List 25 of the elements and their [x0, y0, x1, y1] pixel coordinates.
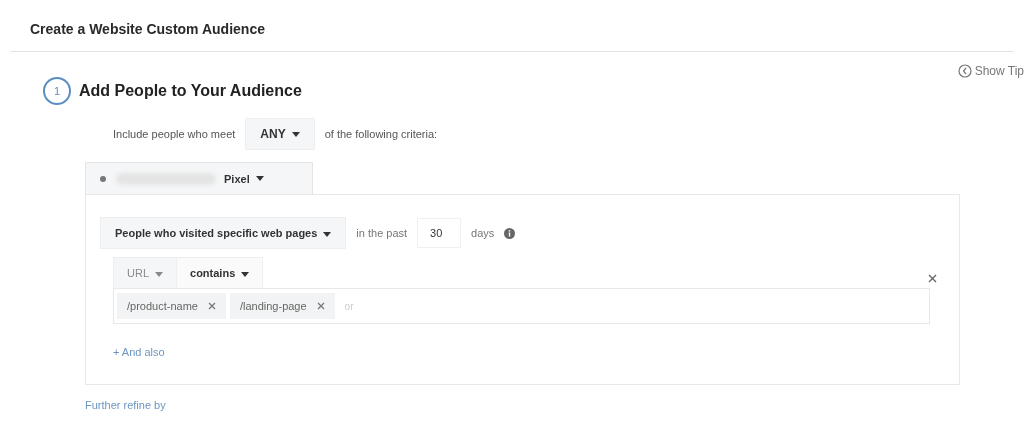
- page-title: Create a Website Custom Audience: [30, 21, 265, 37]
- caret-icon: [255, 176, 264, 181]
- days-input[interactable]: 30: [417, 218, 462, 248]
- step-number: 1: [43, 77, 71, 105]
- match-dropdown[interactable]: ANY: [245, 118, 315, 150]
- caret-icon: [155, 271, 163, 277]
- remove-icon[interactable]: [207, 302, 216, 310]
- pixel-tab[interactable]: Pixel: [85, 162, 313, 194]
- days-label: days: [471, 227, 495, 239]
- in-the-past-label: in the past: [356, 227, 408, 239]
- info-icon: [504, 227, 516, 239]
- criteria-prefix: Include people who meet: [113, 128, 236, 140]
- chevron-circle-icon: [957, 64, 972, 78]
- close-icon: [928, 274, 937, 283]
- url-tag: /product-name: [117, 293, 226, 319]
- step-title: Add People to Your Audience: [79, 82, 302, 100]
- caret-icon: [291, 132, 300, 138]
- url-tag: /landing-page: [229, 293, 335, 319]
- caret-icon: [323, 231, 332, 237]
- rule-type-dropdown[interactable]: People who visited specific web pages: [100, 217, 347, 249]
- criteria-suffix: of the following criteria:: [324, 128, 438, 140]
- operator-dropdown[interactable]: contains: [176, 258, 263, 288]
- remove-icon[interactable]: [316, 302, 325, 310]
- caret-icon: [241, 271, 250, 277]
- show-tips-link[interactable]: Show Tip: [957, 64, 1024, 78]
